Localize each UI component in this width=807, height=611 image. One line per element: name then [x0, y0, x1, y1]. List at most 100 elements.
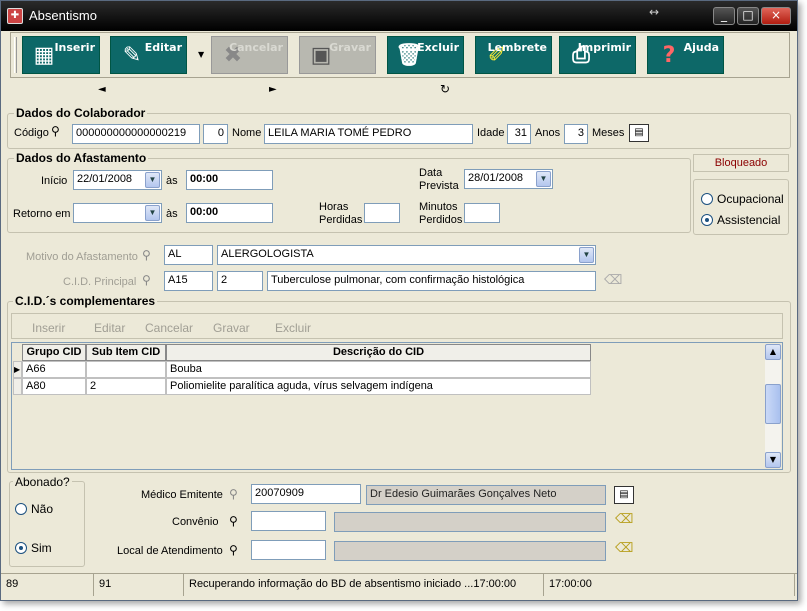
eraser-icon[interactable]: ⌫: [615, 541, 633, 556]
minutos-perdidos-label-1: Minutos: [419, 201, 458, 213]
motivo-select[interactable]: ALERGOLOGISTA ▼: [217, 245, 596, 265]
meses-field[interactable]: 3: [564, 124, 588, 144]
binoculars-icon[interactable]: ⚲: [51, 124, 60, 138]
codigo-label: Código: [14, 127, 49, 139]
inicio-hora-field[interactable]: 00:00: [186, 170, 273, 190]
table-cell[interactable]: Bouba: [166, 361, 591, 378]
main-toolbar: ▦ Inserir ✎ Editar ▼ ✖ Cancelar ▣ Gravar 🗑 Ex…: [10, 32, 790, 78]
afastamento-legend: Dados do Afastamento: [14, 151, 149, 165]
table-cell[interactable]: A66: [22, 361, 86, 378]
id-card-icon[interactable]: ▤: [614, 486, 634, 504]
editar-button[interactable]: ✎ Editar: [110, 36, 187, 74]
binoculars-icon[interactable]: ⚲: [229, 543, 238, 557]
retorno-date-picker[interactable]: ▼: [73, 203, 162, 223]
sim-label: Sim: [31, 541, 52, 555]
next-record-icon[interactable]: ►: [269, 84, 277, 95]
local-codigo-field[interactable]: [251, 540, 326, 560]
data-prevista-picker[interactable]: 28/01/2008 ▼: [464, 169, 553, 189]
cid-principal-label: C.I.D. Principal: [63, 276, 137, 288]
absentismo-window: ✚ Absentismo ↔ _ □ × ▦ Inserir ✎ Editar ▼ …: [0, 0, 798, 601]
horas-perdidas-label-1: Horas: [319, 201, 349, 213]
cid-sub-field[interactable]: 2: [217, 271, 263, 291]
status-panel-2: 91: [96, 574, 184, 596]
binoculars-icon[interactable]: ⚲: [229, 514, 238, 528]
codigo-field[interactable]: 000000000000000219: [72, 124, 200, 144]
idade-label: Idade: [477, 127, 505, 139]
as-label: às: [166, 175, 178, 187]
row-indicator: [13, 378, 22, 395]
close-button[interactable]: ×: [761, 7, 791, 25]
medico-codigo-field[interactable]: 20070909: [251, 484, 361, 504]
eraser-icon[interactable]: ⌫: [604, 273, 622, 288]
cid-excluir-button[interactable]: Excluir: [275, 321, 311, 335]
colaborador-legend: Dados do Colaborador: [14, 106, 148, 120]
status-bar: 89 91 Recuperando informação do BD de ab…: [1, 573, 797, 596]
column-header[interactable]: Descrição do CID: [166, 344, 591, 361]
cancelar-button[interactable]: ✖ Cancelar: [211, 36, 288, 74]
minutos-perdidos-field[interactable]: [464, 203, 500, 223]
prev-record-icon[interactable]: ◄: [98, 84, 106, 95]
table-cell[interactable]: A80: [22, 378, 86, 395]
inicio-date-picker[interactable]: 22/01/2008 ▼: [73, 170, 162, 190]
lembrete-button[interactable]: ✐ Lembrete: [475, 36, 552, 74]
toolbar-grip[interactable]: [14, 37, 17, 73]
ocupacional-radio[interactable]: Ocupacional: [701, 192, 784, 206]
assistencial-radio[interactable]: Assistencial: [701, 213, 780, 227]
cid-editar-button[interactable]: Editar: [94, 321, 125, 335]
chevron-down-icon[interactable]: ▼: [145, 205, 160, 221]
horas-perdidas-field[interactable]: [364, 203, 400, 223]
scroll-down-icon[interactable]: ▼: [765, 452, 781, 468]
nao-radio[interactable]: Não: [15, 502, 53, 516]
editar-dropdown-icon[interactable]: ▼: [198, 50, 204, 59]
inserir-button[interactable]: ▦ Inserir: [22, 36, 100, 74]
maximize-button[interactable]: □: [737, 7, 759, 25]
status-time: 17:00:00: [546, 574, 795, 596]
cid-inserir-button[interactable]: Inserir: [32, 321, 65, 335]
cid-descricao-field[interactable]: Tuberculose pulmonar, com confirmação hi…: [267, 271, 596, 291]
column-header[interactable]: Sub Item CID: [86, 344, 166, 361]
chevron-down-icon[interactable]: ▼: [145, 172, 160, 188]
nao-label: Não: [31, 502, 54, 516]
scroll-up-icon[interactable]: ▲: [765, 344, 781, 360]
refresh-icon[interactable]: ↻: [440, 82, 450, 96]
column-header[interactable]: Grupo CID: [22, 344, 86, 361]
cid-cancelar-button[interactable]: Cancelar: [145, 321, 193, 335]
cid-gravar-button[interactable]: Gravar: [213, 321, 250, 335]
anos-label: Anos: [535, 127, 561, 139]
binoculars-icon[interactable]: ⚲: [229, 487, 238, 501]
cid-grupo-field[interactable]: A15: [164, 271, 213, 291]
chevron-down-icon[interactable]: ▼: [536, 171, 551, 187]
minutos-perdidos-label-2: Perdidos: [419, 214, 463, 226]
motivo-codigo-field[interactable]: AL: [164, 245, 213, 265]
binoculars-icon[interactable]: ⚲: [142, 273, 151, 287]
ajuda-button[interactable]: ? Ajuda: [647, 36, 724, 74]
status-message: Recuperando informação do BD de absentis…: [186, 574, 544, 596]
convenio-codigo-field[interactable]: [251, 511, 326, 531]
grid-scrollbar[interactable]: ▲ ▼: [765, 344, 781, 468]
chevron-down-icon[interactable]: ▼: [579, 247, 594, 263]
table-cell[interactable]: Poliomielite paralítica aguda, vírus sel…: [166, 378, 591, 395]
cid-grid: Grupo CID Sub Item CID Descrição do CID …: [11, 342, 783, 470]
excluir-button[interactable]: 🗑 Excluir: [387, 36, 464, 74]
status-panel-1: 89: [3, 574, 94, 596]
codigo-digito-field[interactable]: 0: [203, 124, 228, 144]
motivo-label: Motivo do Afastamento: [26, 251, 138, 263]
sim-radio[interactable]: Sim: [15, 541, 52, 555]
idade-field[interactable]: 31: [507, 124, 531, 144]
scroll-thumb[interactable]: [765, 384, 781, 424]
retorno-hora-field[interactable]: 00:00: [186, 203, 273, 223]
eraser-icon[interactable]: ⌫: [615, 512, 633, 527]
convenio-label: Convênio: [172, 516, 219, 528]
table-cell[interactable]: [86, 361, 166, 378]
nome-field[interactable]: LEILA MARIA TOMÉ PEDRO: [264, 124, 473, 144]
medico-nome-field: Dr Edesio Guimarães Gonçalves Neto: [366, 485, 606, 505]
imprimir-button[interactable]: ⎙ Imprimir: [559, 36, 636, 74]
title-bar[interactable]: ✚ Absentismo ↔ _ □ ×: [1, 1, 797, 31]
data-prevista-value: 28/01/2008: [468, 172, 524, 184]
minimize-button[interactable]: _: [713, 7, 735, 25]
gravar-button[interactable]: ▣ Gravar: [299, 36, 376, 74]
binoculars-icon[interactable]: ⚲: [142, 248, 151, 262]
id-card-icon[interactable]: ▤: [629, 124, 649, 142]
inicio-date-value: 22/01/2008: [77, 173, 133, 185]
table-cell[interactable]: 2: [86, 378, 166, 395]
